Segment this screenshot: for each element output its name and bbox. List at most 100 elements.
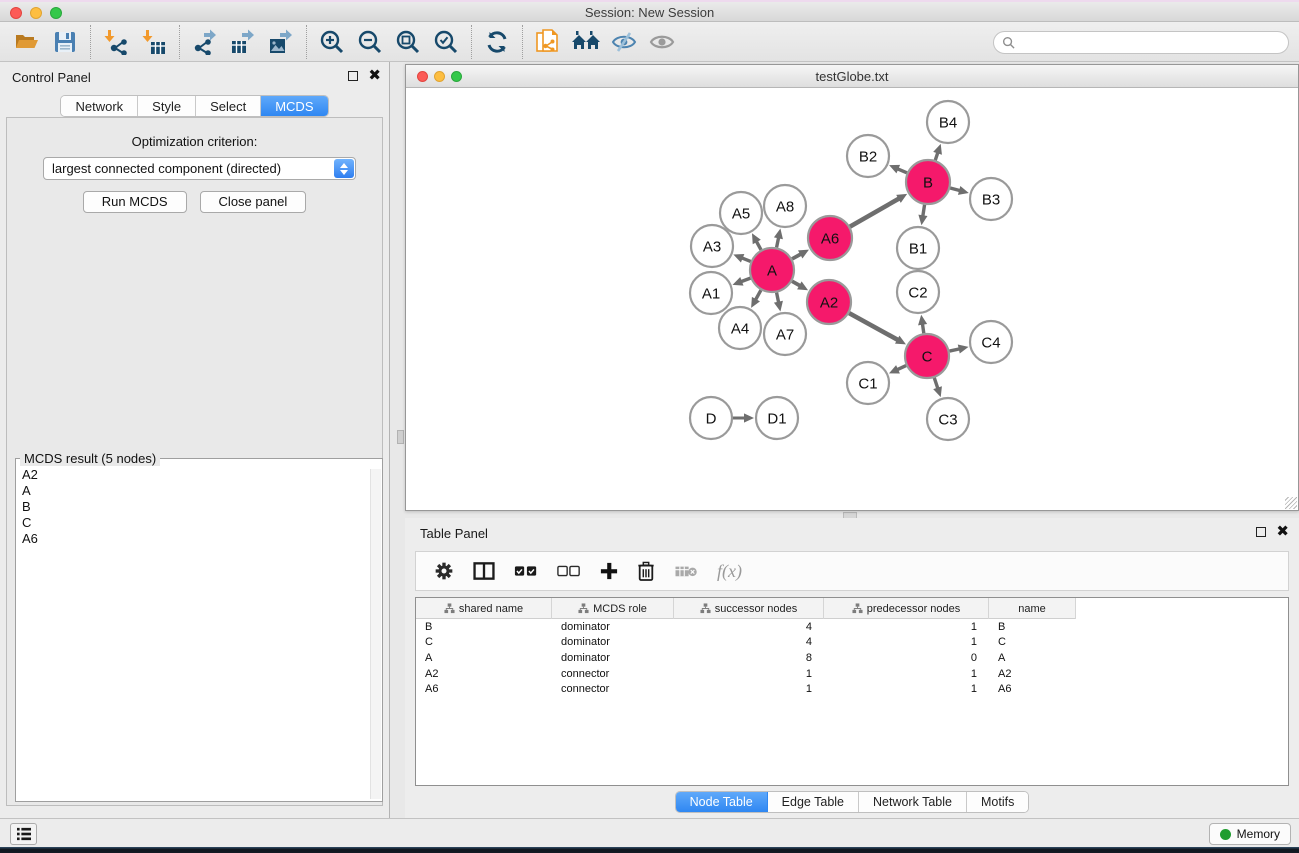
table-row[interactable]: Cdominator41C: [416, 635, 1288, 651]
network-canvas[interactable]: B4B2BB3A5A8A6B1A3AC2A1A2A4A7C4CC1C3DD1: [406, 88, 1298, 510]
edge-A-A6[interactable]: [792, 254, 801, 259]
cell-successor-nodes[interactable]: 1: [674, 668, 824, 680]
cell-name[interactable]: B: [989, 621, 1076, 633]
criterion-select[interactable]: largest connected component (directed): [43, 157, 356, 180]
refresh-view-button[interactable]: [478, 25, 516, 59]
table-settings-button[interactable]: [434, 561, 454, 581]
column-header-shared-name[interactable]: shared name: [416, 598, 552, 619]
search-field[interactable]: [993, 31, 1289, 54]
export-network-button[interactable]: [186, 25, 224, 59]
cell-MCDS-role[interactable]: dominator: [552, 636, 674, 648]
run-mcds-button[interactable]: Run MCDS: [83, 191, 187, 213]
tab-motifs[interactable]: Motifs: [967, 792, 1028, 812]
hide-panels-button[interactable]: [605, 25, 643, 59]
import-network-button[interactable]: [97, 25, 135, 59]
edge-A6-B[interactable]: [850, 198, 900, 226]
edge-A-A4[interactable]: [755, 290, 761, 300]
tab-select[interactable]: Select: [196, 96, 261, 116]
show-panels-button[interactable]: [643, 25, 681, 59]
search-input[interactable]: [1015, 36, 1288, 50]
cell-predecessor-nodes[interactable]: 1: [824, 683, 989, 695]
column-header-MCDS-role[interactable]: MCDS role: [552, 598, 674, 619]
cell-successor-nodes[interactable]: 1: [674, 683, 824, 695]
edge-B-B3[interactable]: [950, 188, 960, 191]
cell-name[interactable]: A6: [989, 683, 1076, 695]
result-scrollbar[interactable]: [370, 469, 381, 799]
select-all-columns-button[interactable]: [514, 565, 538, 577]
edge-A-A8[interactable]: [777, 237, 779, 248]
column-header-name[interactable]: name: [989, 598, 1076, 619]
edge-C-C3[interactable]: [934, 378, 938, 389]
edge-A-A7[interactable]: [777, 293, 779, 304]
cell-shared-name[interactable]: A6: [416, 683, 552, 695]
edge-C-C2[interactable]: [922, 323, 923, 333]
cell-name[interactable]: A: [989, 652, 1076, 664]
cell-MCDS-role[interactable]: connector: [552, 668, 674, 680]
open-session-button[interactable]: [8, 25, 46, 59]
cell-successor-nodes[interactable]: 8: [674, 652, 824, 664]
result-item[interactable]: B: [22, 499, 366, 515]
result-item[interactable]: C: [22, 515, 366, 531]
cell-predecessor-nodes[interactable]: 1: [824, 668, 989, 680]
edge-A-A5[interactable]: [756, 241, 761, 250]
tab-node-table[interactable]: Node Table: [676, 792, 768, 812]
result-item[interactable]: A: [22, 483, 366, 499]
close-panel-icon[interactable]: ✖: [368, 70, 381, 82]
cell-predecessor-nodes[interactable]: 1: [824, 621, 989, 633]
cell-successor-nodes[interactable]: 4: [674, 621, 824, 633]
deselect-all-columns-button[interactable]: [557, 565, 581, 577]
edge-C-C4[interactable]: [949, 349, 960, 351]
result-item[interactable]: A2: [22, 467, 366, 483]
zoom-out-button[interactable]: [351, 25, 389, 59]
zoom-selected-button[interactable]: [427, 25, 465, 59]
delete-table-button[interactable]: [674, 564, 698, 578]
cell-shared-name[interactable]: A2: [416, 668, 552, 680]
table-row[interactable]: Adominator80A: [416, 650, 1288, 666]
zoom-in-button[interactable]: [313, 25, 351, 59]
table-row[interactable]: A6connector11A6: [416, 681, 1288, 697]
close-panel-button[interactable]: Close panel: [200, 191, 307, 213]
export-image-button[interactable]: [262, 25, 300, 59]
tab-style[interactable]: Style: [138, 96, 196, 116]
cell-MCDS-role[interactable]: connector: [552, 683, 674, 695]
edge-B-B2[interactable]: [897, 169, 907, 173]
edge-A-A3[interactable]: [741, 258, 750, 262]
tab-network-table[interactable]: Network Table: [859, 792, 967, 812]
table-row[interactable]: Bdominator41B: [416, 619, 1288, 635]
tab-edge-table[interactable]: Edge Table: [768, 792, 859, 812]
edge-A-A1[interactable]: [740, 278, 750, 282]
cell-shared-name[interactable]: B: [416, 621, 552, 633]
result-item[interactable]: A6: [22, 531, 366, 547]
edge-A2-C[interactable]: [849, 313, 898, 340]
cell-name[interactable]: C: [989, 636, 1076, 648]
resize-grip-icon[interactable]: [1285, 497, 1297, 509]
edge-B-B1[interactable]: [923, 205, 925, 217]
tab-network[interactable]: Network: [61, 96, 138, 116]
cell-MCDS-role[interactable]: dominator: [552, 652, 674, 664]
cell-predecessor-nodes[interactable]: 0: [824, 652, 989, 664]
close-table-panel-icon[interactable]: ✖: [1276, 526, 1289, 538]
cell-name[interactable]: A2: [989, 668, 1076, 680]
show-column-panel-button[interactable]: [473, 562, 495, 580]
edge-C-C1[interactable]: [897, 366, 906, 370]
column-header-successor-nodes[interactable]: successor nodes: [674, 598, 824, 619]
memory-button[interactable]: Memory: [1209, 823, 1291, 845]
task-history-button[interactable]: [10, 823, 37, 845]
float-panel-icon[interactable]: [348, 71, 358, 81]
tab-mcds[interactable]: MCDS: [261, 96, 327, 116]
create-column-button[interactable]: [600, 562, 618, 580]
cell-shared-name[interactable]: A: [416, 652, 552, 664]
column-header-predecessor-nodes[interactable]: predecessor nodes: [824, 598, 989, 619]
node-table[interactable]: shared nameMCDS rolesuccessor nodesprede…: [415, 597, 1289, 786]
export-table-button[interactable]: [224, 25, 262, 59]
import-table-button[interactable]: [135, 25, 173, 59]
float-table-panel-icon[interactable]: [1256, 527, 1266, 537]
cell-predecessor-nodes[interactable]: 1: [824, 636, 989, 648]
cell-shared-name[interactable]: C: [416, 636, 552, 648]
delete-columns-button[interactable]: [637, 561, 655, 581]
cell-MCDS-role[interactable]: dominator: [552, 621, 674, 633]
show-network-overview-button[interactable]: [567, 25, 605, 59]
table-row[interactable]: A2connector11A2: [416, 666, 1288, 682]
new-network-from-selection-button[interactable]: [529, 25, 567, 59]
function-builder-button[interactable]: f(x): [717, 561, 742, 582]
